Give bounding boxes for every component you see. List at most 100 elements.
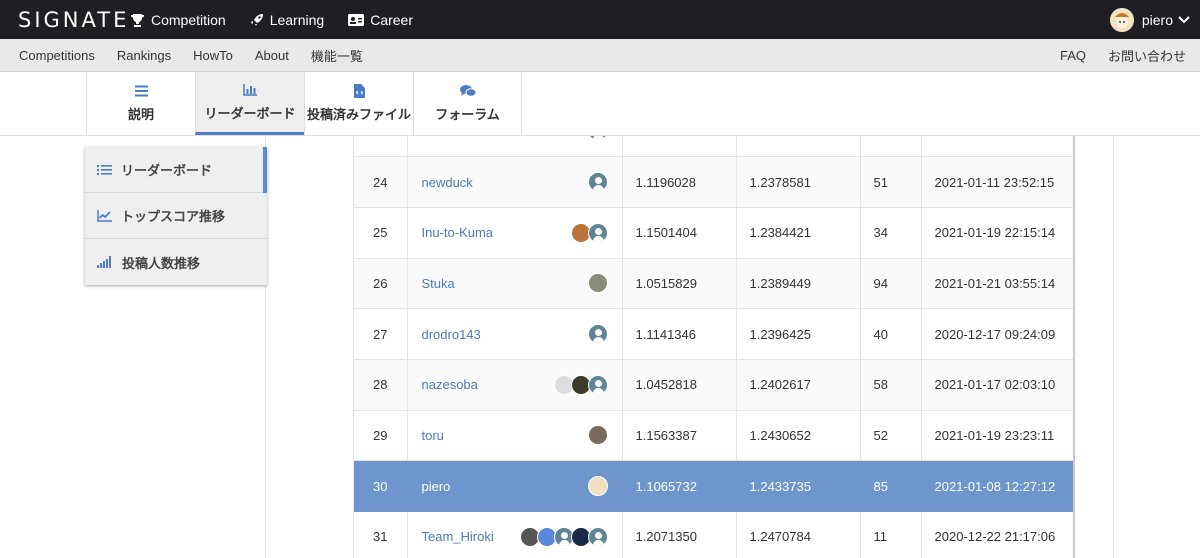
public-score-cell: 1.1563387: [622, 410, 737, 462]
leaderboard-table-container[interactable]: 24 newduck 1.1196028 1.2378581 51 2021-01-11 …: [353, 136, 1075, 558]
subnav-competitions[interactable]: Competitions: [19, 48, 95, 63]
signate-logo[interactable]: SIGNATE: [18, 8, 129, 32]
tab-submitted-files-label: 投稿済みファイル: [306, 107, 411, 122]
default-avatar-icon[interactable]: [587, 222, 608, 243]
submission-count-cell: 85: [860, 460, 922, 512]
private-score-cell: 1.2470784: [736, 511, 861, 558]
submission-date-cell: 2021-01-08 12:27:12: [921, 460, 1073, 512]
rank-cell: 27: [354, 308, 408, 360]
user-cell: nazesoba: [407, 359, 623, 411]
public-score-cell: 1.1501404: [622, 207, 737, 259]
default-avatar-icon[interactable]: [587, 172, 608, 193]
submission-date-cell: 2020-12-17 09:24:09: [921, 308, 1073, 360]
user-avatar-icon[interactable]: [587, 476, 608, 497]
user-cell: toru: [407, 410, 623, 462]
user-cell: newduck: [407, 156, 623, 208]
user-name-link[interactable]: drodro143: [422, 327, 481, 342]
user-name-link[interactable]: toru: [422, 428, 444, 443]
subnav-contact[interactable]: お問い合わせ: [1108, 46, 1186, 65]
submission-count-cell: 34: [860, 207, 922, 259]
submission-date-cell: 2020-12-22 21:17:06: [921, 511, 1073, 558]
submission-count-cell: 52: [860, 410, 922, 462]
tab-forum[interactable]: フォーラム: [413, 72, 522, 135]
nav-learning-label: Learning: [269, 11, 325, 28]
user-name-link[interactable]: nazesoba: [422, 377, 478, 392]
table-row: 24 newduck 1.1196028 1.2378581 51 2021-01-11 …: [354, 156, 1073, 208]
line-chart-icon: [97, 209, 112, 222]
table-row: 28 nazesoba 1.0452818 1.2402617 58 2021-01-17…: [354, 359, 1073, 411]
side-item-leaderboard[interactable]: リーダーボード: [85, 147, 267, 193]
subnav-howto[interactable]: HowTo: [193, 48, 233, 63]
nav-learning[interactable]: Learning: [250, 11, 325, 28]
subnav-features[interactable]: 機能一覧: [311, 46, 363, 65]
leaderboard-side-menu: リーダーボード トップスコア推移 投稿人数推移: [85, 147, 267, 285]
team-avatars: [587, 172, 608, 193]
user-avatar-icon[interactable]: [587, 273, 608, 294]
subnav-faq[interactable]: FAQ: [1060, 48, 1086, 63]
user-cell: Stuka: [407, 258, 623, 310]
sub-nav-left: Competitions Rankings HowTo About 機能一覧: [19, 39, 385, 72]
code-file-icon: [353, 84, 365, 98]
id-card-icon: [348, 13, 365, 26]
nav-career[interactable]: Career: [348, 12, 413, 28]
private-score-cell: 1.2389449: [736, 258, 861, 310]
user-avatar-icon[interactable]: [587, 425, 608, 446]
submission-count-cell: 40: [860, 308, 922, 360]
list-icon: [134, 85, 148, 97]
tab-leaderboard-label: リーダーボード: [204, 105, 296, 121]
public-score-cell: 1.1065732: [622, 460, 737, 512]
user-cell: piero: [407, 460, 623, 512]
rank-cell: 25: [354, 207, 408, 259]
sub-nav-right: FAQ お問い合わせ: [1038, 39, 1186, 72]
team-avatars: [519, 526, 608, 547]
tab-leaderboard[interactable]: リーダーボード: [195, 72, 304, 135]
submission-date-cell: 2021-01-19 23:23:11: [921, 410, 1073, 462]
competition-tabs: 説明 リーダーボード 投稿済みファイル フォーラム: [86, 72, 522, 135]
side-item-submitters[interactable]: 投稿人数推移: [85, 239, 267, 285]
submission-count-cell: 94: [860, 258, 922, 310]
user-avatar: [1109, 7, 1134, 32]
private-score-cell: 1.2430652: [736, 410, 861, 462]
user-name-link[interactable]: Stuka: [422, 276, 455, 291]
tab-description[interactable]: 説明: [86, 72, 195, 135]
private-score-cell: 1.2396425: [736, 308, 861, 360]
user-name-link[interactable]: piero: [422, 479, 451, 494]
tab-submitted-files[interactable]: 投稿済みファイル: [304, 72, 413, 135]
top-nav: Competition Learning Career: [130, 0, 437, 39]
submission-date-cell: 2021-01-17 02:03:10: [921, 359, 1073, 411]
subnav-about[interactable]: About: [255, 48, 289, 63]
trophy-icon: [131, 13, 144, 27]
nav-competition-label: Competition: [151, 11, 226, 28]
rank-cell: 31: [354, 511, 408, 558]
table-row: 27 drodro143 1.1141346 1.2396425 40 2020-12-1…: [354, 308, 1073, 360]
user-name: piero: [1141, 11, 1173, 28]
team-avatars: [587, 476, 608, 497]
table-row: 25 Inu-to-Kuma 1.1501404 1.2384421 34 2021-01…: [354, 207, 1073, 259]
rank-cell: 26: [354, 258, 408, 310]
private-score-cell: 1.2402617: [736, 359, 861, 411]
table-row: 26 Stuka 1.0515829 1.2389449 94 2021-01-21 03…: [354, 258, 1073, 310]
team-avatars: [587, 425, 608, 446]
rocket-icon: [250, 13, 263, 26]
user-cell: drodro143: [407, 308, 623, 360]
submission-count-cell: 58: [860, 359, 922, 411]
user-cell: Team_Hiroki: [407, 511, 623, 558]
default-avatar-icon[interactable]: [587, 324, 608, 345]
side-item-top-score[interactable]: トップスコア推移: [85, 193, 267, 239]
user-name-link[interactable]: Inu-to-Kuma: [422, 225, 494, 240]
chevron-down-icon: [1178, 15, 1190, 23]
nav-career-label: Career: [370, 11, 413, 28]
default-avatar-icon[interactable]: [587, 526, 608, 547]
default-avatar-icon[interactable]: [587, 374, 608, 395]
public-score-cell: 1.2071350: [622, 511, 737, 558]
table-row: 29 toru 1.1563387 1.2430652 52 2021-01-19 23:…: [354, 410, 1073, 462]
user-name-link[interactable]: Team_Hiroki: [422, 529, 494, 544]
subnav-rankings[interactable]: Rankings: [117, 48, 171, 63]
table-row: 31 Team_Hiroki 1.2071350 1.2470784 11 2020-12…: [354, 511, 1073, 558]
user-name-link[interactable]: newduck: [422, 175, 473, 190]
user-menu[interactable]: piero: [1109, 0, 1190, 39]
public-score-cell: 1.0515829: [622, 258, 737, 310]
table-row-partial: [354, 136, 1073, 158]
nav-competition[interactable]: Competition: [130, 12, 226, 28]
rank-cell: 28: [354, 359, 408, 411]
